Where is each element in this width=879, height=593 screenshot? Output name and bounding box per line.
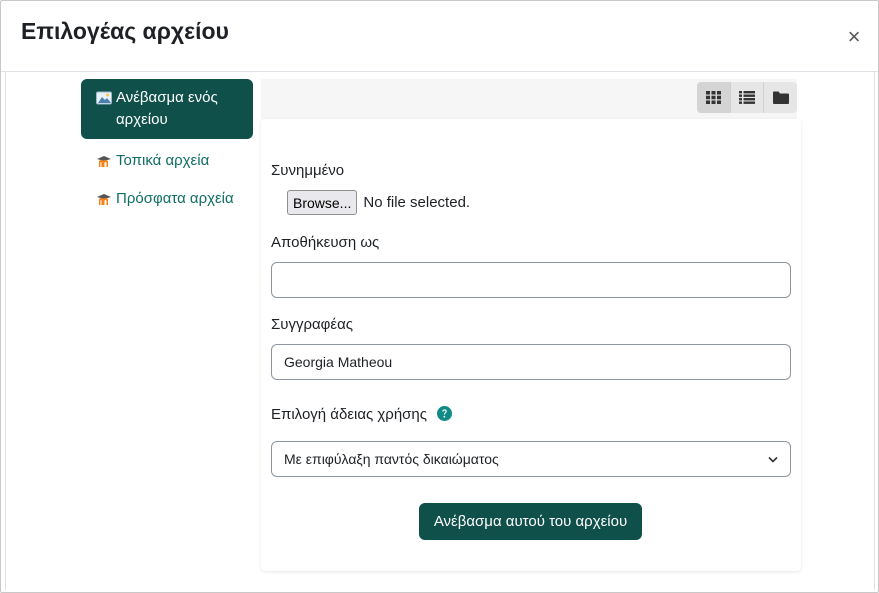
license-selected-value: Με επιφύλαξη παντός δικαιώματος	[284, 451, 499, 467]
sidebar-item-label: Τοπικά αρχεία	[116, 152, 210, 169]
dialog-header: Επιλογέας αρχείου ×	[1, 1, 878, 72]
upload-file-button[interactable]: Ανέβασμα αυτού του αρχείου	[419, 503, 642, 540]
sidebar-item-label: Ανέβασμα ενός αρχείου	[116, 89, 218, 128]
list-view-button[interactable]	[729, 82, 764, 113]
license-label: Επιλογή άδειας χρήσης	[271, 406, 427, 423]
license-label-row: Επιλογή άδειας χρήσης	[271, 406, 453, 423]
save-as-label: Αποθήκευση ως	[271, 234, 380, 251]
close-button[interactable]: ×	[844, 25, 864, 49]
upload-icon	[96, 91, 112, 105]
attachment-label: Συνημμένο	[271, 162, 345, 179]
file-input: Browse... No file selected.	[287, 190, 470, 215]
save-as-input[interactable]	[271, 262, 791, 298]
sidebar-item-recent-files[interactable]: Πρόσφατα αρχεία	[81, 188, 253, 210]
dialog-title: Επιλογέας αρχείου	[21, 18, 229, 44]
folder-icon	[772, 91, 789, 104]
help-icon[interactable]	[437, 406, 453, 421]
author-input[interactable]	[271, 344, 791, 380]
repository-sidebar: Ανέβασμα ενός αρχείου Τοπικά αρχεία Πρόσ…	[81, 79, 253, 210]
moodle-icon	[97, 156, 111, 167]
sidebar-item-local-files[interactable]: Τοπικά αρχεία	[81, 150, 253, 172]
view-switcher	[697, 82, 797, 113]
browse-button[interactable]: Browse...	[287, 190, 358, 215]
sidebar-item-upload[interactable]: Ανέβασμα ενός αρχείου	[81, 79, 253, 139]
chevron-down-icon	[768, 456, 778, 463]
list-icon	[739, 91, 755, 104]
tree-view-button[interactable]	[763, 82, 797, 113]
sidebar-item-label: Πρόσφατα αρχεία	[116, 190, 234, 207]
license-select[interactable]: Με επιφύλαξη παντός δικαιώματος	[271, 441, 791, 477]
grid-icon	[705, 91, 721, 104]
no-file-text: No file selected.	[363, 194, 471, 211]
moodle-icon	[97, 194, 111, 205]
author-label: Συγγραφέας	[271, 316, 353, 333]
grid-view-button[interactable]	[697, 82, 730, 113]
